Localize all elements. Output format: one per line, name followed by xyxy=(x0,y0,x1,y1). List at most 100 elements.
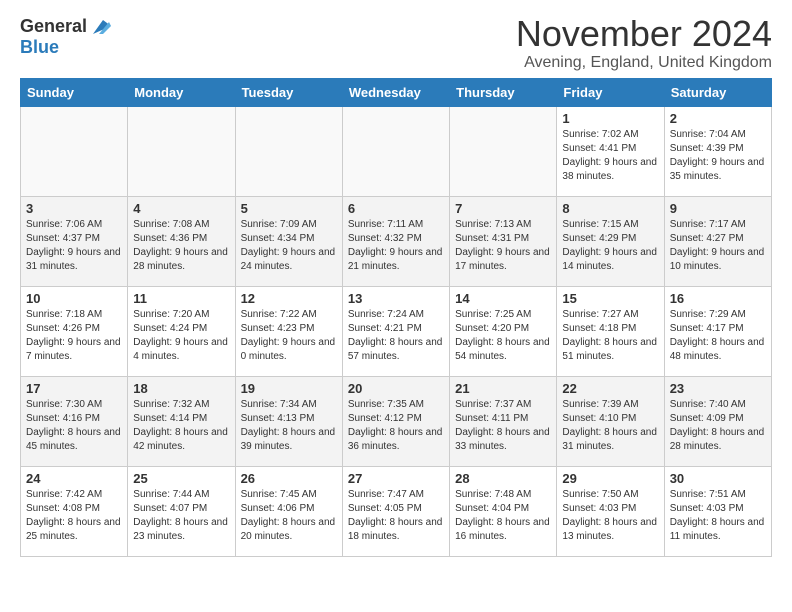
day-info: Sunrise: 7:48 AMSunset: 4:04 PMDaylight:… xyxy=(455,488,551,544)
table-row: 19Sunrise: 7:34 AMSunset: 4:13 PMDayligh… xyxy=(235,377,342,467)
day-number: 22 xyxy=(562,381,658,396)
logo-text: General Blue xyxy=(20,16,113,58)
logo-icon xyxy=(89,16,111,38)
weekday-header-row: Sunday Monday Tuesday Wednesday Thursday… xyxy=(21,79,772,107)
day-info: Sunrise: 7:51 AMSunset: 4:03 PMDaylight:… xyxy=(670,488,766,544)
day-info: Sunrise: 7:35 AMSunset: 4:12 PMDaylight:… xyxy=(348,398,444,454)
table-row: 24 Sunrise: 7:42 AMSunset: 4:08 PMDayligh… xyxy=(21,467,128,557)
table-row: 28Sunrise: 7:48 AMSunset: 4:04 PMDayligh… xyxy=(450,467,557,557)
calendar-week-row: 3 Sunrise: 7:06 AMSunset: 4:37 PMDaylight… xyxy=(21,197,772,287)
day-info: Sunrise: 7:02 AMSunset: 4:41 PMDaylight:… xyxy=(562,128,658,184)
day-info: Sunrise: 7:17 AMSunset: 4:27 PMDaylight:… xyxy=(670,218,766,274)
subtitle: Avening, England, United Kingdom xyxy=(516,54,772,72)
day-number: 11 xyxy=(133,291,229,306)
day-number: 14 xyxy=(455,291,551,306)
day-number: 4 xyxy=(133,201,229,216)
day-info: Sunrise: 7:45 AMSunset: 4:06 PMDaylight:… xyxy=(241,488,337,544)
calendar-table: Sunday Monday Tuesday Wednesday Thursday… xyxy=(20,78,772,557)
day-info: Sunrise: 7:39 AMSunset: 4:10 PMDaylight:… xyxy=(562,398,658,454)
day-number: 26 xyxy=(241,471,337,486)
day-number: 13 xyxy=(348,291,444,306)
day-number: 1 xyxy=(562,111,658,126)
logo-general: General xyxy=(20,17,87,37)
day-info: Sunrise: 7:30 AMSunset: 4:16 PMDaylight:… xyxy=(26,398,122,454)
day-number: 29 xyxy=(562,471,658,486)
calendar-week-row: 1 Sunrise: 7:02 AMSunset: 4:41 PMDaylight… xyxy=(21,107,772,197)
day-info: Sunrise: 7:32 AMSunset: 4:14 PMDaylight:… xyxy=(133,398,229,454)
day-info: Sunrise: 7:25 AMSunset: 4:20 PMDaylight:… xyxy=(455,308,551,364)
day-info: Sunrise: 7:42 AMSunset: 4:08 PMDaylight:… xyxy=(26,488,122,544)
day-info: Sunrise: 7:11 AMSunset: 4:32 PMDaylight:… xyxy=(348,218,444,274)
table-row: 2Sunrise: 7:04 AMSunset: 4:39 PMDaylight… xyxy=(664,107,771,197)
table-row: 18 Sunrise: 7:32 AMSunset: 4:14 PMDayligh… xyxy=(128,377,235,467)
header-sunday: Sunday xyxy=(21,79,128,107)
table-row: 1 Sunrise: 7:02 AMSunset: 4:41 PMDaylight… xyxy=(557,107,664,197)
logo-blue: Blue xyxy=(20,37,59,57)
month-title: November 2024 xyxy=(516,16,772,52)
table-row: 9 Sunrise: 7:17 AMSunset: 4:27 PMDaylight… xyxy=(664,197,771,287)
day-info: Sunrise: 7:37 AMSunset: 4:11 PMDaylight:… xyxy=(455,398,551,454)
table-row: 20 Sunrise: 7:35 AMSunset: 4:12 PMDayligh… xyxy=(342,377,449,467)
day-number: 18 xyxy=(133,381,229,396)
title-block: November 2024 Avening, England, United K… xyxy=(516,16,772,72)
header: General Blue November 2024 Avening, Engl… xyxy=(20,16,772,72)
day-number: 30 xyxy=(670,471,766,486)
day-info: Sunrise: 7:34 AMSunset: 4:13 PMDaylight:… xyxy=(241,398,337,454)
day-info: Sunrise: 7:44 AMSunset: 4:07 PMDaylight:… xyxy=(133,488,229,544)
table-row: 4 Sunrise: 7:08 AMSunset: 4:36 PMDaylight… xyxy=(128,197,235,287)
day-info: Sunrise: 7:18 AMSunset: 4:26 PMDaylight:… xyxy=(26,308,122,364)
table-row: 30 Sunrise: 7:51 AMSunset: 4:03 PMDayligh… xyxy=(664,467,771,557)
header-saturday: Saturday xyxy=(664,79,771,107)
page: General Blue November 2024 Avening, Engl… xyxy=(0,0,792,573)
day-number: 20 xyxy=(348,381,444,396)
day-info: Sunrise: 7:27 AMSunset: 4:18 PMDaylight:… xyxy=(562,308,658,364)
table-row: 14 Sunrise: 7:25 AMSunset: 4:20 PMDayligh… xyxy=(450,287,557,377)
calendar-week-row: 17 Sunrise: 7:30 AMSunset: 4:16 PMDayligh… xyxy=(21,377,772,467)
calendar-week-row: 24 Sunrise: 7:42 AMSunset: 4:08 PMDayligh… xyxy=(21,467,772,557)
header-thursday: Thursday xyxy=(450,79,557,107)
table-row xyxy=(235,107,342,197)
day-number: 6 xyxy=(348,201,444,216)
day-info: Sunrise: 7:15 AMSunset: 4:29 PMDaylight:… xyxy=(562,218,658,274)
table-row: 22 Sunrise: 7:39 AMSunset: 4:10 PMDayligh… xyxy=(557,377,664,467)
day-number: 8 xyxy=(562,201,658,216)
table-row: 21 Sunrise: 7:37 AMSunset: 4:11 PMDayligh… xyxy=(450,377,557,467)
table-row: 3 Sunrise: 7:06 AMSunset: 4:37 PMDaylight… xyxy=(21,197,128,287)
day-number: 23 xyxy=(670,381,766,396)
day-info: Sunrise: 7:06 AMSunset: 4:37 PMDaylight:… xyxy=(26,218,122,274)
day-info: Sunrise: 7:47 AMSunset: 4:05 PMDaylight:… xyxy=(348,488,444,544)
table-row: 6 Sunrise: 7:11 AMSunset: 4:32 PMDaylight… xyxy=(342,197,449,287)
day-number: 10 xyxy=(26,291,122,306)
day-info: Sunrise: 7:50 AMSunset: 4:03 PMDaylight:… xyxy=(562,488,658,544)
calendar-week-row: 10 Sunrise: 7:18 AMSunset: 4:26 PMDayligh… xyxy=(21,287,772,377)
day-number: 2 xyxy=(670,111,766,126)
day-number: 24 xyxy=(26,471,122,486)
table-row: 29 Sunrise: 7:50 AMSunset: 4:03 PMDayligh… xyxy=(557,467,664,557)
table-row: 11Sunrise: 7:20 AMSunset: 4:24 PMDayligh… xyxy=(128,287,235,377)
table-row: 16 Sunrise: 7:29 AMSunset: 4:17 PMDayligh… xyxy=(664,287,771,377)
day-number: 21 xyxy=(455,381,551,396)
header-monday: Monday xyxy=(128,79,235,107)
day-number: 9 xyxy=(670,201,766,216)
day-number: 16 xyxy=(670,291,766,306)
day-number: 3 xyxy=(26,201,122,216)
table-row: 7Sunrise: 7:13 AMSunset: 4:31 PMDaylight… xyxy=(450,197,557,287)
day-info: Sunrise: 7:08 AMSunset: 4:36 PMDaylight:… xyxy=(133,218,229,274)
table-row: 13Sunrise: 7:24 AMSunset: 4:21 PMDayligh… xyxy=(342,287,449,377)
table-row: 10 Sunrise: 7:18 AMSunset: 4:26 PMDayligh… xyxy=(21,287,128,377)
day-number: 15 xyxy=(562,291,658,306)
day-number: 12 xyxy=(241,291,337,306)
table-row: 12Sunrise: 7:22 AMSunset: 4:23 PMDayligh… xyxy=(235,287,342,377)
day-info: Sunrise: 7:29 AMSunset: 4:17 PMDaylight:… xyxy=(670,308,766,364)
table-row xyxy=(450,107,557,197)
header-wednesday: Wednesday xyxy=(342,79,449,107)
header-tuesday: Tuesday xyxy=(235,79,342,107)
day-number: 5 xyxy=(241,201,337,216)
table-row xyxy=(342,107,449,197)
table-row: 23Sunrise: 7:40 AMSunset: 4:09 PMDayligh… xyxy=(664,377,771,467)
table-row: 27Sunrise: 7:47 AMSunset: 4:05 PMDayligh… xyxy=(342,467,449,557)
day-number: 17 xyxy=(26,381,122,396)
table-row: 5Sunrise: 7:09 AMSunset: 4:34 PMDaylight… xyxy=(235,197,342,287)
header-friday: Friday xyxy=(557,79,664,107)
table-row xyxy=(21,107,128,197)
